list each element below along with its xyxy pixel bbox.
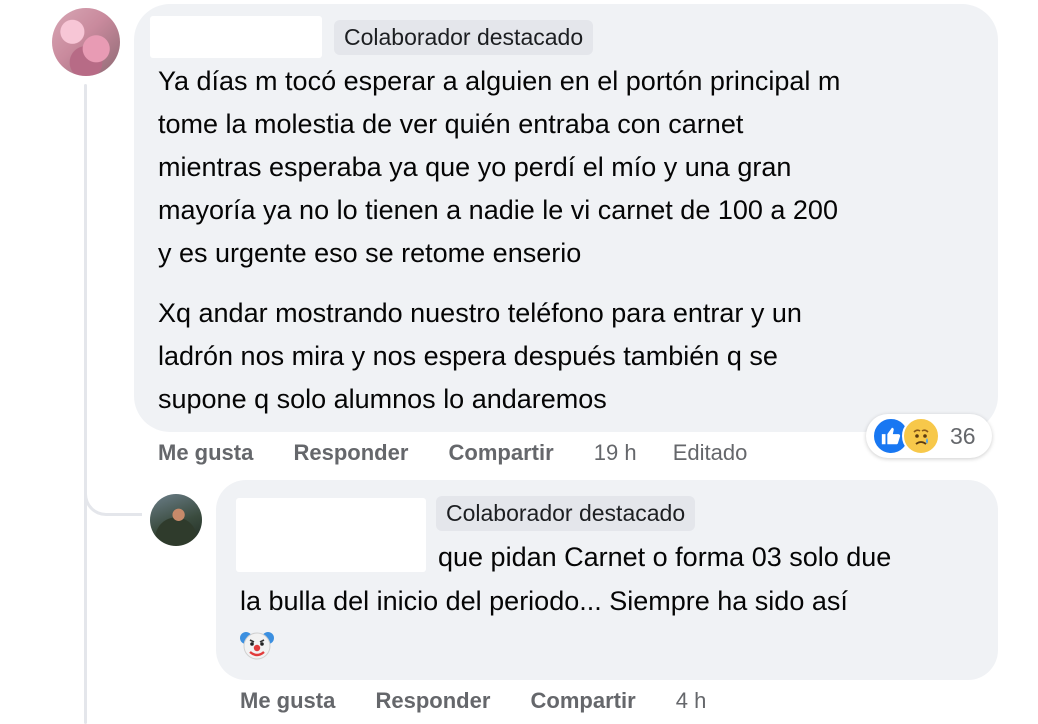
author-name-redacted[interactable] [150, 16, 322, 58]
reply-actions: Me gusta Responder Compartir 4 h [240, 688, 736, 714]
sad-icon [902, 417, 940, 455]
comment-line: Xq andar mostrando nuestro teléfono para… [158, 298, 802, 328]
comment-line: tome la molestia de ver quién entraba co… [158, 109, 744, 139]
timestamp[interactable]: 4 h [676, 688, 707, 714]
comment-line: que pidan Carnet o forma 03 solo due [438, 542, 892, 572]
thread-line [84, 84, 87, 724]
like-button[interactable]: Me gusta [158, 440, 253, 466]
reply-connector [84, 470, 142, 516]
comment-text: Xq andar mostrando nuestro teléfono para… [158, 292, 802, 421]
top-contributor-badge: Colaborador destacado [436, 496, 696, 531]
avatar[interactable] [52, 8, 120, 76]
comment-line: y es urgente eso se retome enserio [158, 238, 582, 268]
comment-line: ladrón nos mira y nos espera después tam… [158, 341, 778, 371]
top-contributor-badge: Colaborador destacado [334, 20, 594, 55]
reactions-summary[interactable]: 36 [866, 414, 992, 458]
timestamp[interactable]: 19 h [594, 440, 637, 466]
share-button[interactable]: Compartir [531, 688, 636, 714]
share-button[interactable]: Compartir [449, 440, 554, 466]
reaction-count: 36 [950, 422, 976, 449]
avatar[interactable] [150, 494, 202, 546]
author-name-redacted[interactable] [236, 498, 426, 572]
comment-actions: Me gusta Responder Compartir 19 h Editad… [158, 440, 777, 466]
comment-text: Ya días m tocó esperar a alguien en el p… [158, 60, 840, 275]
reply-button[interactable]: Responder [375, 688, 490, 714]
comment-line: mientras esperaba ya que yo perdí el mío… [158, 152, 792, 182]
clown-face-icon [240, 628, 274, 662]
comment-line: Ya días m tocó esperar a alguien en el p… [158, 66, 841, 96]
comment-line: la bulla del inicio del periodo... Siemp… [240, 586, 848, 616]
comment-line: supone q solo alumnos lo andaremos [158, 384, 607, 414]
comment-line: mayoría ya no lo tienen a nadie le vi ca… [158, 195, 838, 225]
like-button[interactable]: Me gusta [240, 688, 335, 714]
edited-label[interactable]: Editado [673, 440, 748, 466]
reply-button[interactable]: Responder [293, 440, 408, 466]
